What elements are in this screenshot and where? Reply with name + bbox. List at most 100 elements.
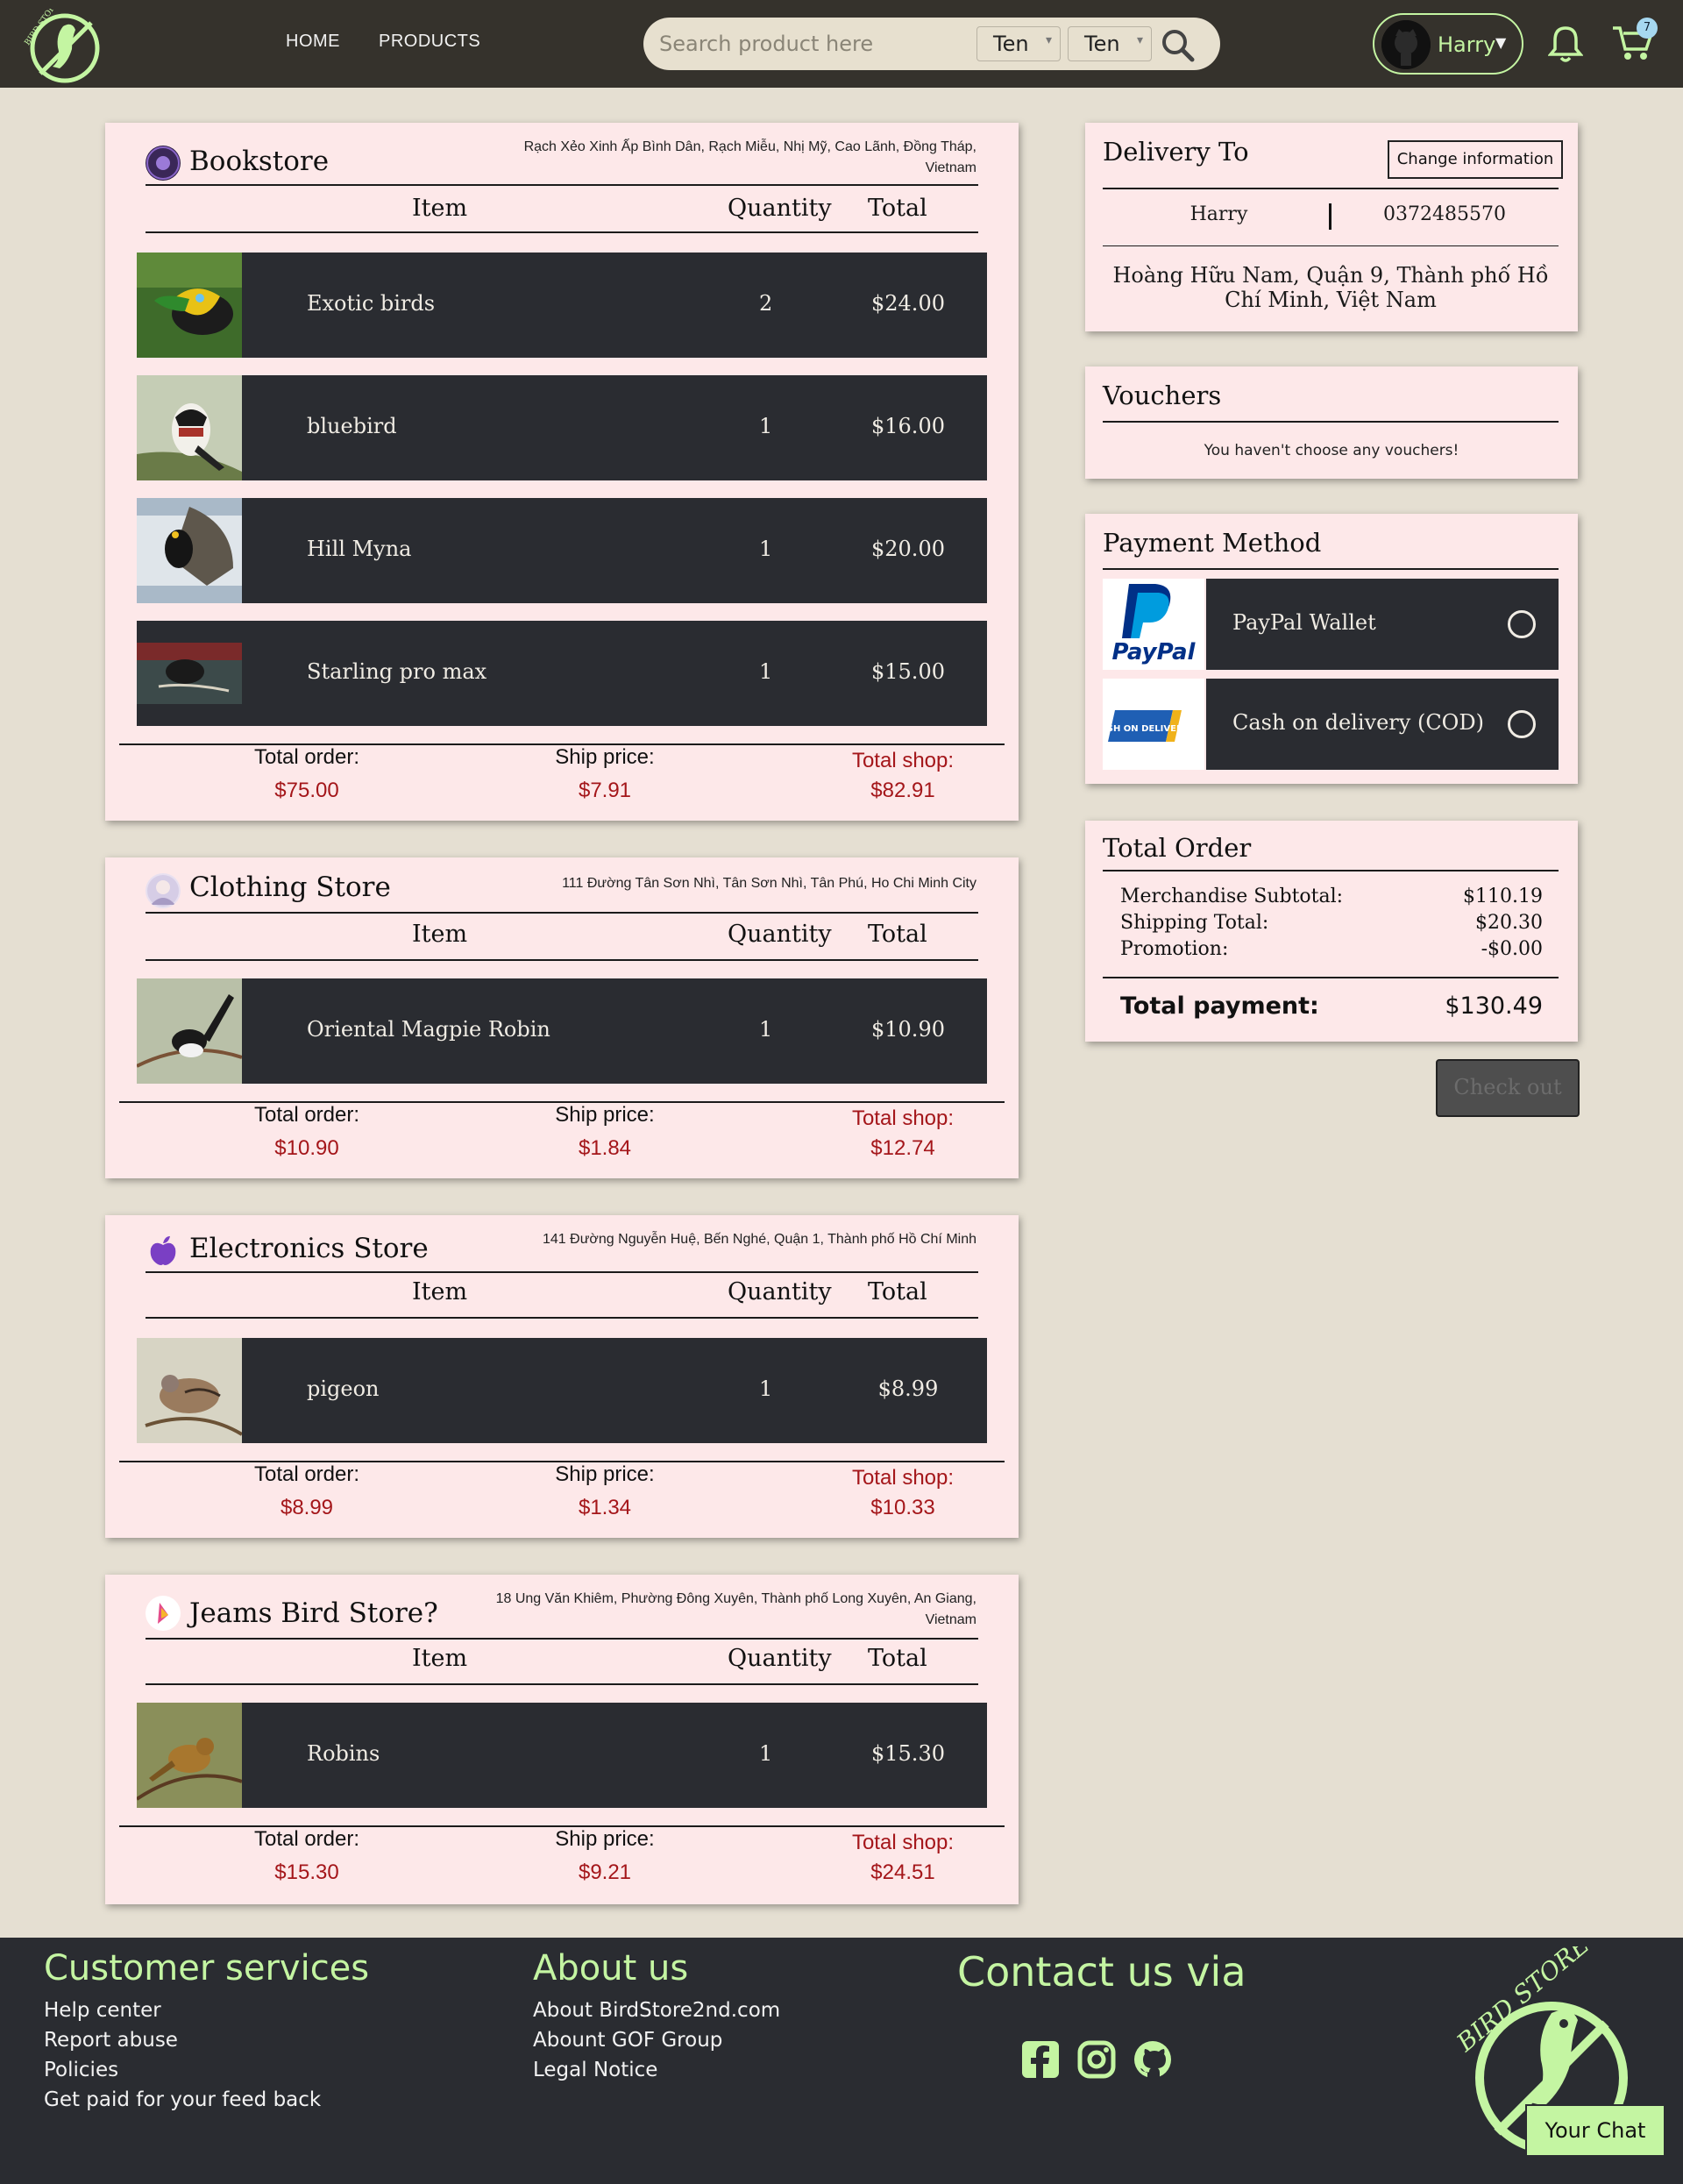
item-qty: 1 xyxy=(759,1741,773,1766)
item-total: $15.30 xyxy=(871,1741,945,1766)
divider xyxy=(146,1638,978,1640)
total-shop-value: $24.51 xyxy=(870,1860,935,1884)
item-image xyxy=(137,375,242,480)
divider xyxy=(1103,421,1559,423)
shop-name: Electronics Store xyxy=(189,1233,429,1264)
promotion-value: -$0.00 xyxy=(1481,938,1543,960)
column-item: Item xyxy=(412,1645,468,1672)
item-name: Starling pro max xyxy=(307,659,487,684)
nav-home[interactable]: HOME xyxy=(286,32,340,52)
column-total: Total xyxy=(868,921,927,948)
payment-option-paypal[interactable]: PayPal PayPal Wallet xyxy=(1103,579,1559,670)
divider xyxy=(146,231,978,233)
instagram-icon[interactable] xyxy=(1076,2039,1117,2080)
paypal-logo: PayPal xyxy=(1103,579,1204,670)
recipient-name: Harry xyxy=(1189,203,1248,225)
github-avatar-icon xyxy=(1381,20,1431,69)
footer-link-legal-notice[interactable]: Legal Notice xyxy=(533,2059,657,2081)
column-total: Total xyxy=(868,1645,927,1672)
cart-item-row[interactable]: Hill Myna 1 $20.00 xyxy=(137,498,987,603)
chevron-down-icon: ▾ xyxy=(1136,33,1143,47)
filter-select-2-value: Ten xyxy=(1084,32,1120,56)
change-information-button[interactable]: Change information xyxy=(1388,140,1563,179)
divider xyxy=(1103,568,1559,570)
column-item: Item xyxy=(412,195,468,222)
total-shop-value: $12.74 xyxy=(870,1136,935,1160)
item-name: Oriental Magpie Robin xyxy=(307,1017,550,1042)
cart-item-row[interactable]: Oriental Magpie Robin 1 $10.90 xyxy=(137,978,987,1084)
footer-link-help-center[interactable]: Help center xyxy=(44,1999,161,2022)
cash-on-delivery-icon: CASH ON DELIVERY xyxy=(1094,710,1189,742)
cod-radio[interactable] xyxy=(1508,710,1536,738)
item-image xyxy=(137,253,242,358)
user-menu-button[interactable]: Harry ▼ xyxy=(1373,13,1523,75)
item-qty: 1 xyxy=(759,1017,773,1042)
bell-icon[interactable] xyxy=(1548,25,1583,63)
item-name: pigeon xyxy=(307,1377,380,1401)
column-item: Item xyxy=(412,921,468,948)
total-order-label: Total order: xyxy=(253,745,360,769)
footer-link-about-gof[interactable]: Abount GOF Group xyxy=(533,2029,722,2052)
ship-price-label: Ship price: xyxy=(555,745,655,769)
shop-address: 141 Đường Nguyễn Huệ, Bến Nghé, Quận 1, … xyxy=(543,1232,976,1247)
shop-avatar xyxy=(146,1596,181,1631)
shop-avatar-icon xyxy=(147,875,179,907)
item-image xyxy=(137,978,242,1084)
vouchers-panel[interactable]: Vouchers You haven't choose any vouchers… xyxy=(1085,366,1578,479)
shop-avatar xyxy=(146,873,181,908)
ship-price-value: $1.34 xyxy=(578,1496,632,1519)
nav-products[interactable]: PRODUCTS xyxy=(379,32,480,52)
recipient-address: Hoàng Hữu Nam, Quận 9, Thành phố Hồ Chí … xyxy=(1112,263,1549,312)
caret-down-icon: ▼ xyxy=(1495,34,1507,51)
search-icon[interactable] xyxy=(1159,26,1197,65)
shop-avatar xyxy=(146,1233,181,1268)
payment-option-box: Cash on delivery (COD) xyxy=(1206,679,1559,770)
cart-item-row[interactable]: Exotic birds 2 $24.00 xyxy=(137,253,987,358)
cart-item-row[interactable]: Starling pro max 1 $15.00 xyxy=(137,621,987,726)
total-order-label: Total order: xyxy=(253,1827,360,1851)
contact-us-title: Contact us via xyxy=(957,1948,1246,1995)
footer-link-about-birdstore[interactable]: About BirdStore2nd.com xyxy=(533,1999,780,2022)
payment-panel: Payment Method PayPal PayPal Wallet CASH… xyxy=(1085,514,1578,784)
paypal-radio[interactable] xyxy=(1508,610,1536,638)
total-payment-label: Total payment: xyxy=(1120,992,1319,1020)
cart-item-row[interactable]: Robins 1 $15.30 xyxy=(137,1703,987,1808)
divider xyxy=(146,912,978,914)
paypal-icon: PayPal xyxy=(1112,584,1197,665)
item-image xyxy=(137,498,242,603)
item-qty: 2 xyxy=(759,291,773,316)
divider xyxy=(1103,245,1559,246)
filter-select-2[interactable]: Ten ▾ xyxy=(1068,26,1152,61)
cart-item-row[interactable]: bluebird 1 $16.00 xyxy=(137,375,987,480)
payment-option-cod[interactable]: CASH ON DELIVERY Cash on delivery (COD) xyxy=(1094,679,1559,770)
shop-address: 111 Đường Tân Sơn Nhì, Tân Sơn Nhì, Tân … xyxy=(562,876,976,891)
search-input[interactable] xyxy=(659,26,975,61)
vouchers-empty-message: You haven't choose any vouchers! xyxy=(1204,442,1459,459)
divider xyxy=(1103,977,1559,978)
item-name: bluebird xyxy=(307,414,397,438)
github-icon[interactable] xyxy=(1133,2039,1173,2080)
recipient-phone: 0372485570 xyxy=(1383,203,1506,225)
shipping-total-value: $20.30 xyxy=(1475,912,1543,934)
shipping-total-label: Shipping Total: xyxy=(1120,912,1269,934)
divider xyxy=(146,1683,978,1685)
footer-link-report-abuse[interactable]: Report abuse xyxy=(44,2029,178,2052)
column-total: Total xyxy=(868,1278,927,1305)
footer-link-feedback[interactable]: Get paid for your feed back xyxy=(44,2088,321,2111)
checkout-button[interactable]: Check out xyxy=(1436,1059,1580,1117)
ship-price-value: $1.84 xyxy=(578,1136,632,1160)
cart-item-row[interactable]: pigeon 1 $8.99 xyxy=(137,1338,987,1443)
merchandise-subtotal-value: $110.19 xyxy=(1463,886,1543,907)
facebook-icon[interactable] xyxy=(1020,2039,1061,2080)
footer-link-policies[interactable]: Policies xyxy=(44,2059,118,2081)
column-quantity: Quantity xyxy=(728,1278,832,1305)
item-total: $20.00 xyxy=(871,537,945,561)
item-name: Exotic birds xyxy=(307,291,436,316)
merchandise-subtotal-label: Merchandise Subtotal: xyxy=(1120,886,1344,907)
site-logo[interactable]: BIRD STORE 2ND xyxy=(19,9,103,84)
your-chat-button[interactable]: Your Chat xyxy=(1525,2104,1665,2157)
item-name: Hill Myna xyxy=(307,537,412,561)
filter-select-1[interactable]: Ten ▾ xyxy=(976,26,1061,61)
total-shop-value: $82.91 xyxy=(870,779,935,802)
shop-card-electronics: Electronics Store 141 Đường Nguyễn Huệ, … xyxy=(105,1215,1019,1538)
